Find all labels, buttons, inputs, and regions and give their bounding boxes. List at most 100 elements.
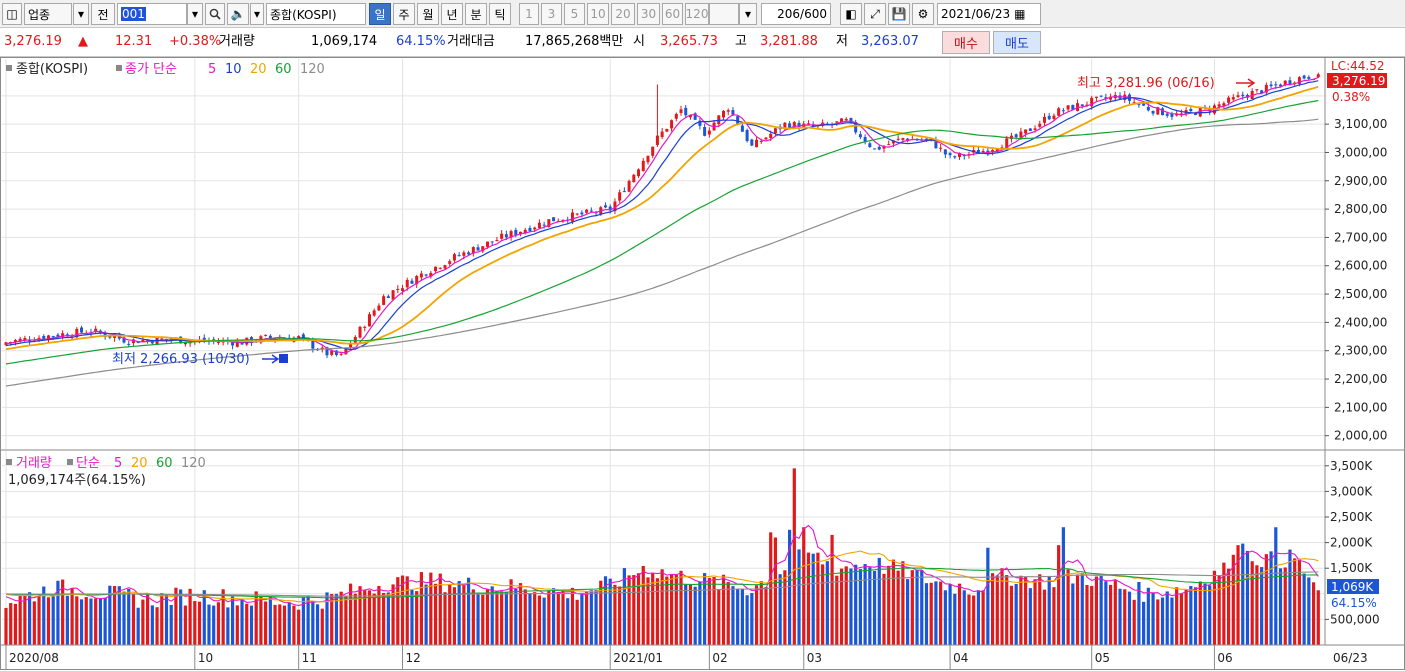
interval-20[interactable]: 20 <box>611 3 635 25</box>
volume-ma-icon <box>67 459 73 465</box>
volume-bar <box>721 574 726 645</box>
tab-period-0[interactable]: 일 <box>369 3 391 25</box>
volume-bar <box>1146 587 1150 645</box>
speaker-icon[interactable]: 🔈 <box>227 3 249 25</box>
interval-dropdown-icon[interactable]: ▾ <box>739 3 757 25</box>
volume-bar <box>146 593 150 645</box>
date-input[interactable]: 2021/06/23 ▦ <box>937 3 1041 25</box>
interval-30[interactable]: 30 <box>637 3 660 25</box>
candle-body <box>1052 115 1056 119</box>
candle-body <box>127 343 131 345</box>
candle-body <box>783 122 787 128</box>
interval-10[interactable]: 10 <box>587 3 609 25</box>
tab-period-1[interactable]: 주 <box>393 3 415 25</box>
crosshair-icon[interactable]: ⤢ <box>864 3 886 25</box>
volume-bar <box>1024 576 1028 645</box>
speaker-dropdown-icon[interactable]: ▾ <box>250 3 264 25</box>
candle-body <box>500 233 504 239</box>
interval-5[interactable]: 5 <box>564 3 585 25</box>
volume-bar <box>179 589 183 645</box>
volume-bar <box>608 578 612 645</box>
volume-bar <box>193 601 197 645</box>
volume-bar <box>901 561 905 645</box>
candle-body <box>868 143 872 148</box>
candle-body <box>844 118 848 121</box>
candle-body <box>457 255 461 257</box>
tab-period-2[interactable]: 월 <box>417 3 439 25</box>
candle-body <box>485 241 489 247</box>
volume-bar <box>1085 584 1089 645</box>
candle-body <box>759 140 763 142</box>
volume-bar <box>1038 574 1042 645</box>
candle-body <box>358 326 362 338</box>
window-icon[interactable]: ◫ <box>2 3 22 25</box>
interval-60[interactable]: 60 <box>662 3 683 25</box>
candle-body <box>570 212 574 222</box>
count-input[interactable]: 206/600 <box>761 3 831 25</box>
volume-bar <box>245 603 249 645</box>
volume-bar <box>556 591 560 645</box>
up-arrow-icon: ▲ <box>78 34 88 49</box>
candle-body <box>448 261 452 264</box>
market-select[interactable]: 업종 <box>24 3 72 25</box>
volume-bar <box>745 595 749 645</box>
volume-tick-label: 2,500K <box>1330 510 1373 524</box>
y-tick-label: 2,000,00 <box>1334 429 1387 443</box>
volume-ma-period-60: 60 <box>156 456 173 471</box>
interval-3[interactable]: 3 <box>541 3 562 25</box>
chevron-down-icon[interactable]: ▾ <box>73 3 89 25</box>
volume-bar <box>1170 597 1174 645</box>
interval-120[interactable]: 120 <box>685 3 709 25</box>
volume-bar <box>707 577 711 645</box>
volume-bar <box>636 573 641 645</box>
tab-period-3[interactable]: 년 <box>441 3 463 25</box>
calendar-icon[interactable]: ▦ <box>1014 7 1025 21</box>
jeon-button[interactable]: 전 <box>91 3 115 25</box>
interval-1[interactable]: 1 <box>519 3 539 25</box>
volume-bar <box>759 581 763 645</box>
candle-body <box>627 181 631 192</box>
candle-body <box>51 336 55 338</box>
volume-bar <box>1293 558 1297 645</box>
save-icon[interactable]: 💾 <box>888 3 910 25</box>
candle-type-icon[interactable]: ◧ <box>840 3 862 25</box>
volume-bar <box>797 549 801 645</box>
candle-body <box>301 334 305 338</box>
volume-bar <box>400 575 405 645</box>
volume-bar <box>410 590 414 645</box>
kospi-chart: 3,100,00 3,000,00 2,900,00 2,800,00 2,700,00… <box>0 57 1405 671</box>
volume-bar <box>495 591 499 645</box>
volume-bar <box>490 586 494 645</box>
volume-bar <box>1226 568 1231 645</box>
gear-icon[interactable]: ⚙ <box>912 3 934 25</box>
volume-bar <box>839 568 844 645</box>
candle-body <box>533 227 537 230</box>
candle-body <box>665 128 669 132</box>
buy-button[interactable]: 매수 <box>942 31 990 54</box>
volume-bar <box>75 596 79 645</box>
volume-bar <box>259 596 263 645</box>
volume-bar <box>1278 568 1283 645</box>
volume-bar <box>920 569 924 645</box>
candle-body <box>372 310 376 316</box>
candle-body <box>1033 128 1037 130</box>
max-annotation: 최고 3,281.96 (06/16) <box>1077 76 1215 91</box>
index-name: 종합(KOSPI) <box>270 7 337 22</box>
volume-bar <box>561 590 565 645</box>
volume-label: 거래량 <box>219 34 255 49</box>
y-tick-label: 3,100,00 <box>1334 117 1387 131</box>
code-dropdown-icon[interactable]: ▾ <box>187 3 203 25</box>
volume-bar <box>207 604 211 645</box>
volume-ma-period-120: 120 <box>181 456 206 471</box>
search-icon[interactable] <box>205 3 225 25</box>
candle-body <box>216 341 220 343</box>
volume-bar <box>863 564 867 645</box>
tab-period-4[interactable]: 분 <box>465 3 487 25</box>
tab-period-5[interactable]: 틱 <box>489 3 511 25</box>
volume-bar <box>1269 551 1273 645</box>
code-input[interactable]: 001 <box>117 3 187 25</box>
volume-bar <box>433 583 438 645</box>
volume-bar <box>1132 599 1136 645</box>
interval-input[interactable] <box>709 3 739 25</box>
sell-button[interactable]: 매도 <box>993 31 1041 54</box>
